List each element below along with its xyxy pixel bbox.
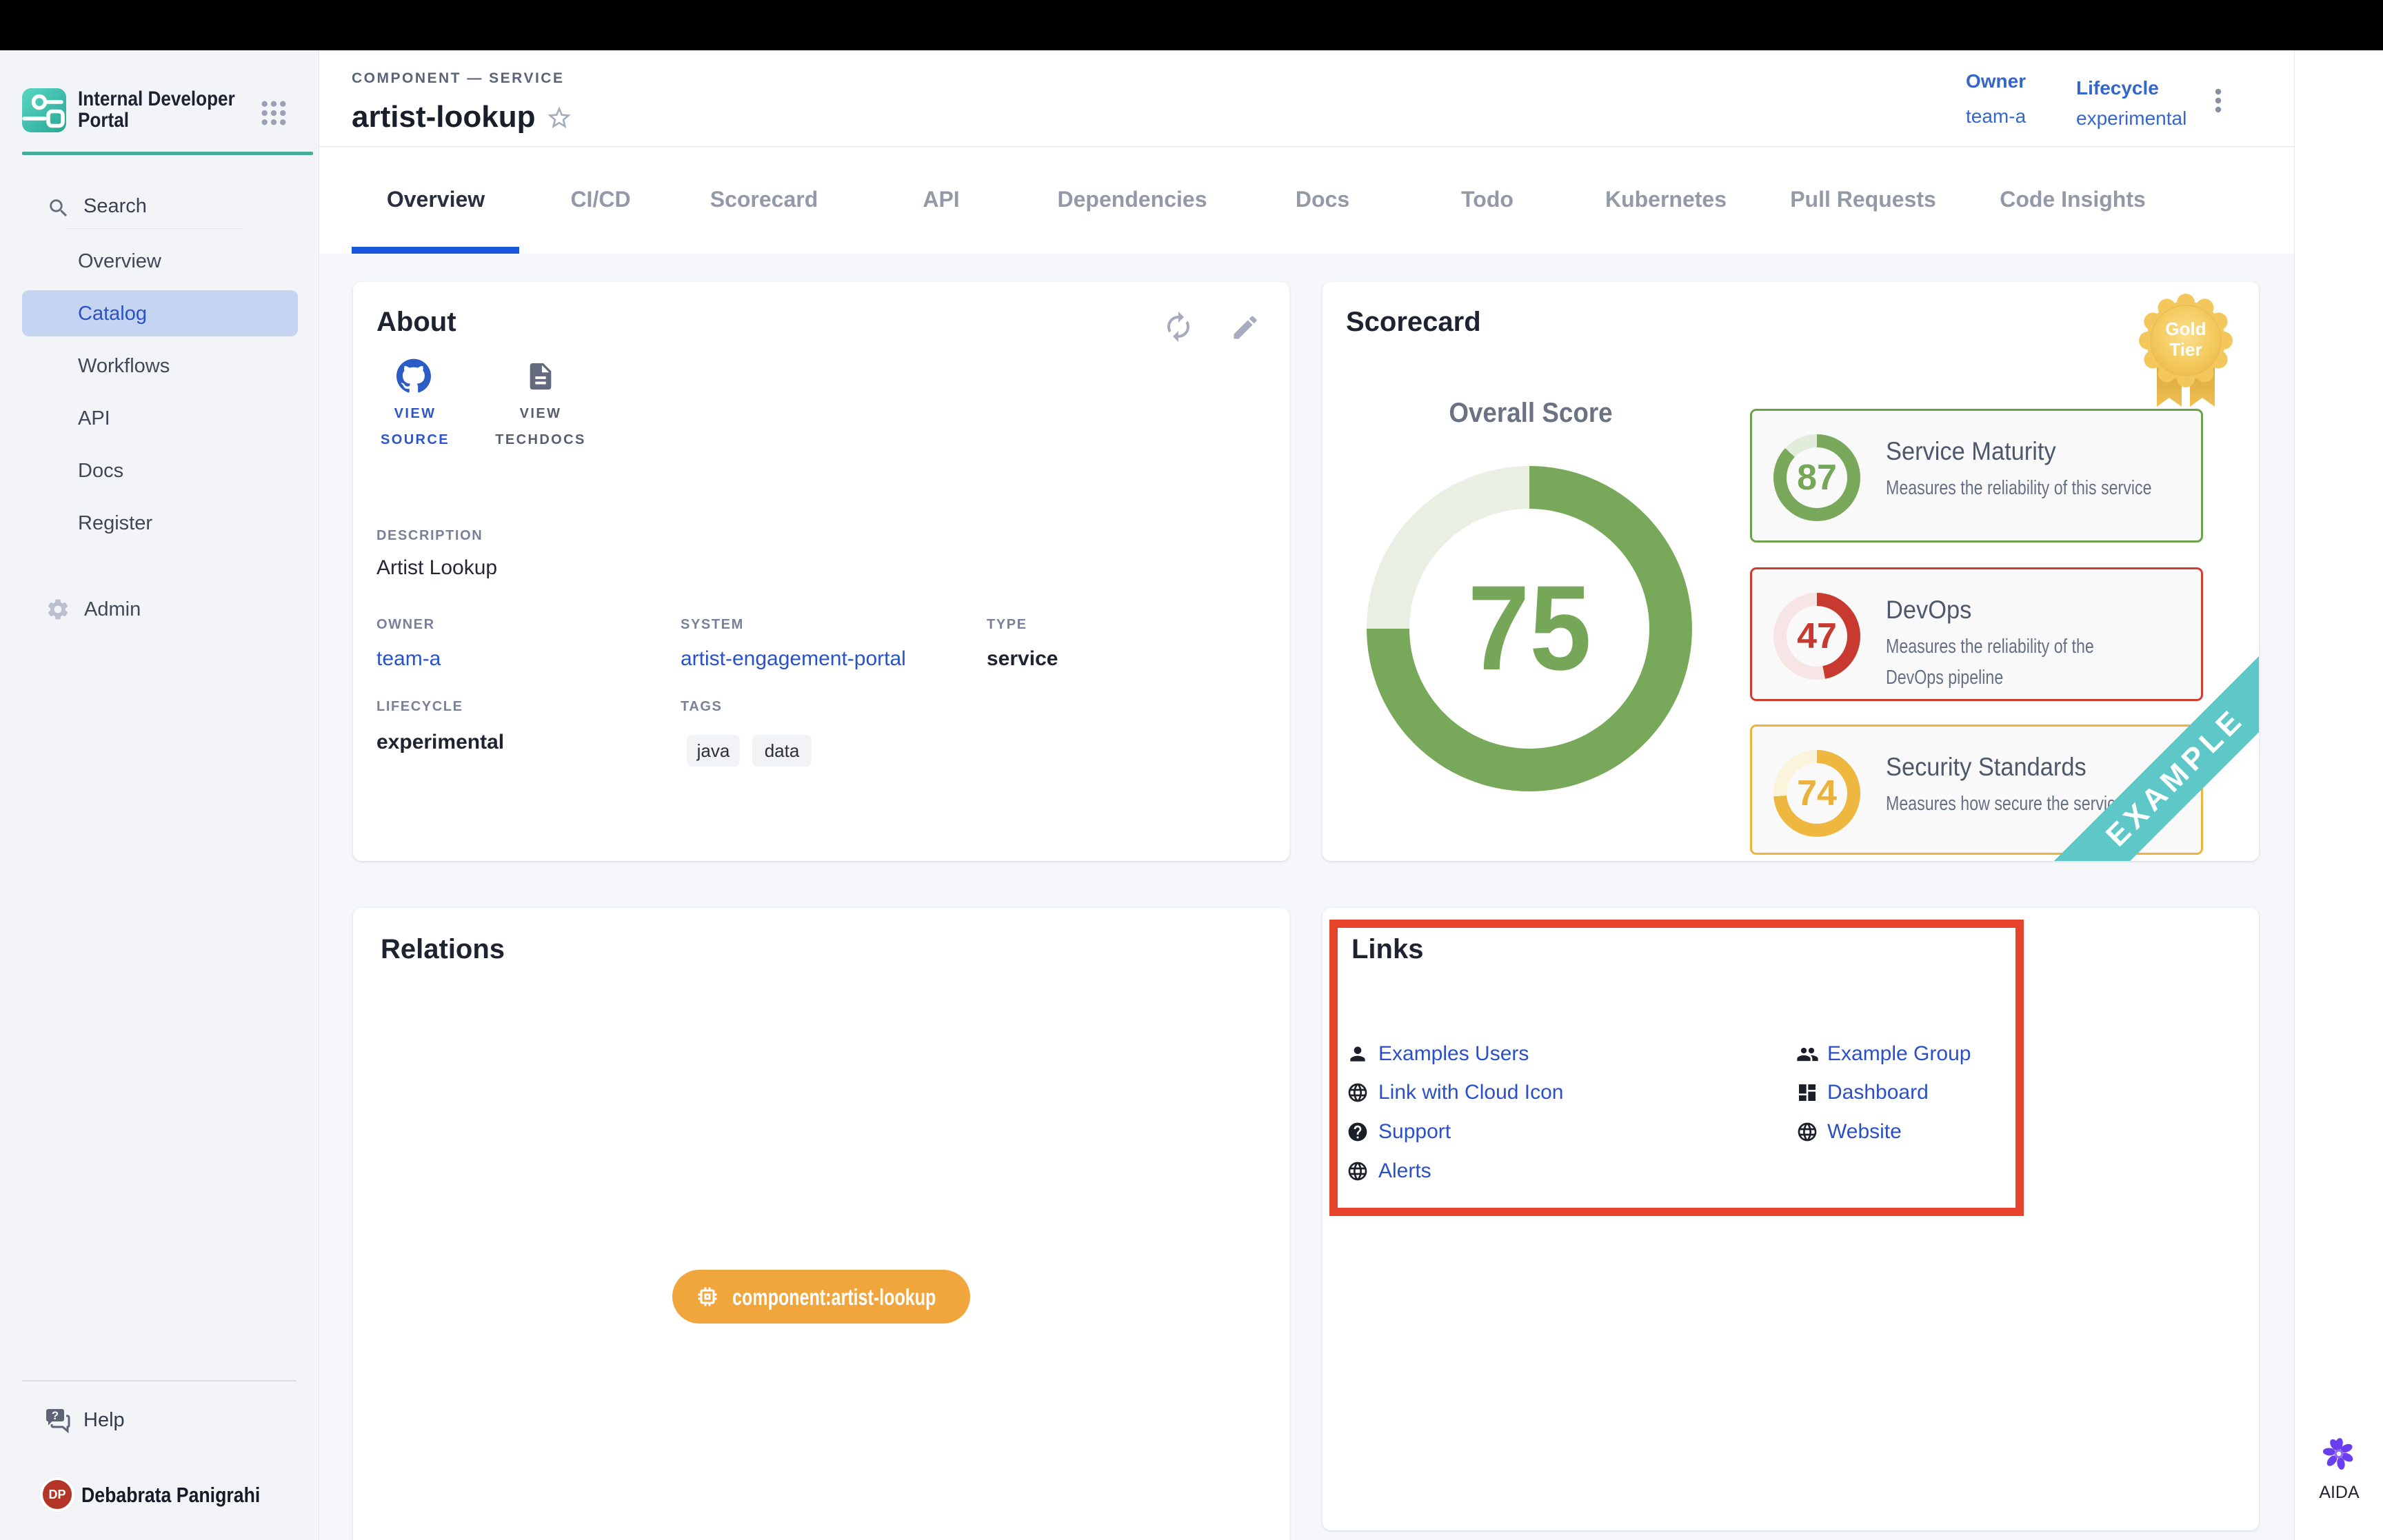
svg-text:?: ? bbox=[52, 1409, 59, 1422]
svg-text:Tier: Tier bbox=[2169, 339, 2202, 360]
svg-text:Gold: Gold bbox=[2165, 318, 2206, 339]
